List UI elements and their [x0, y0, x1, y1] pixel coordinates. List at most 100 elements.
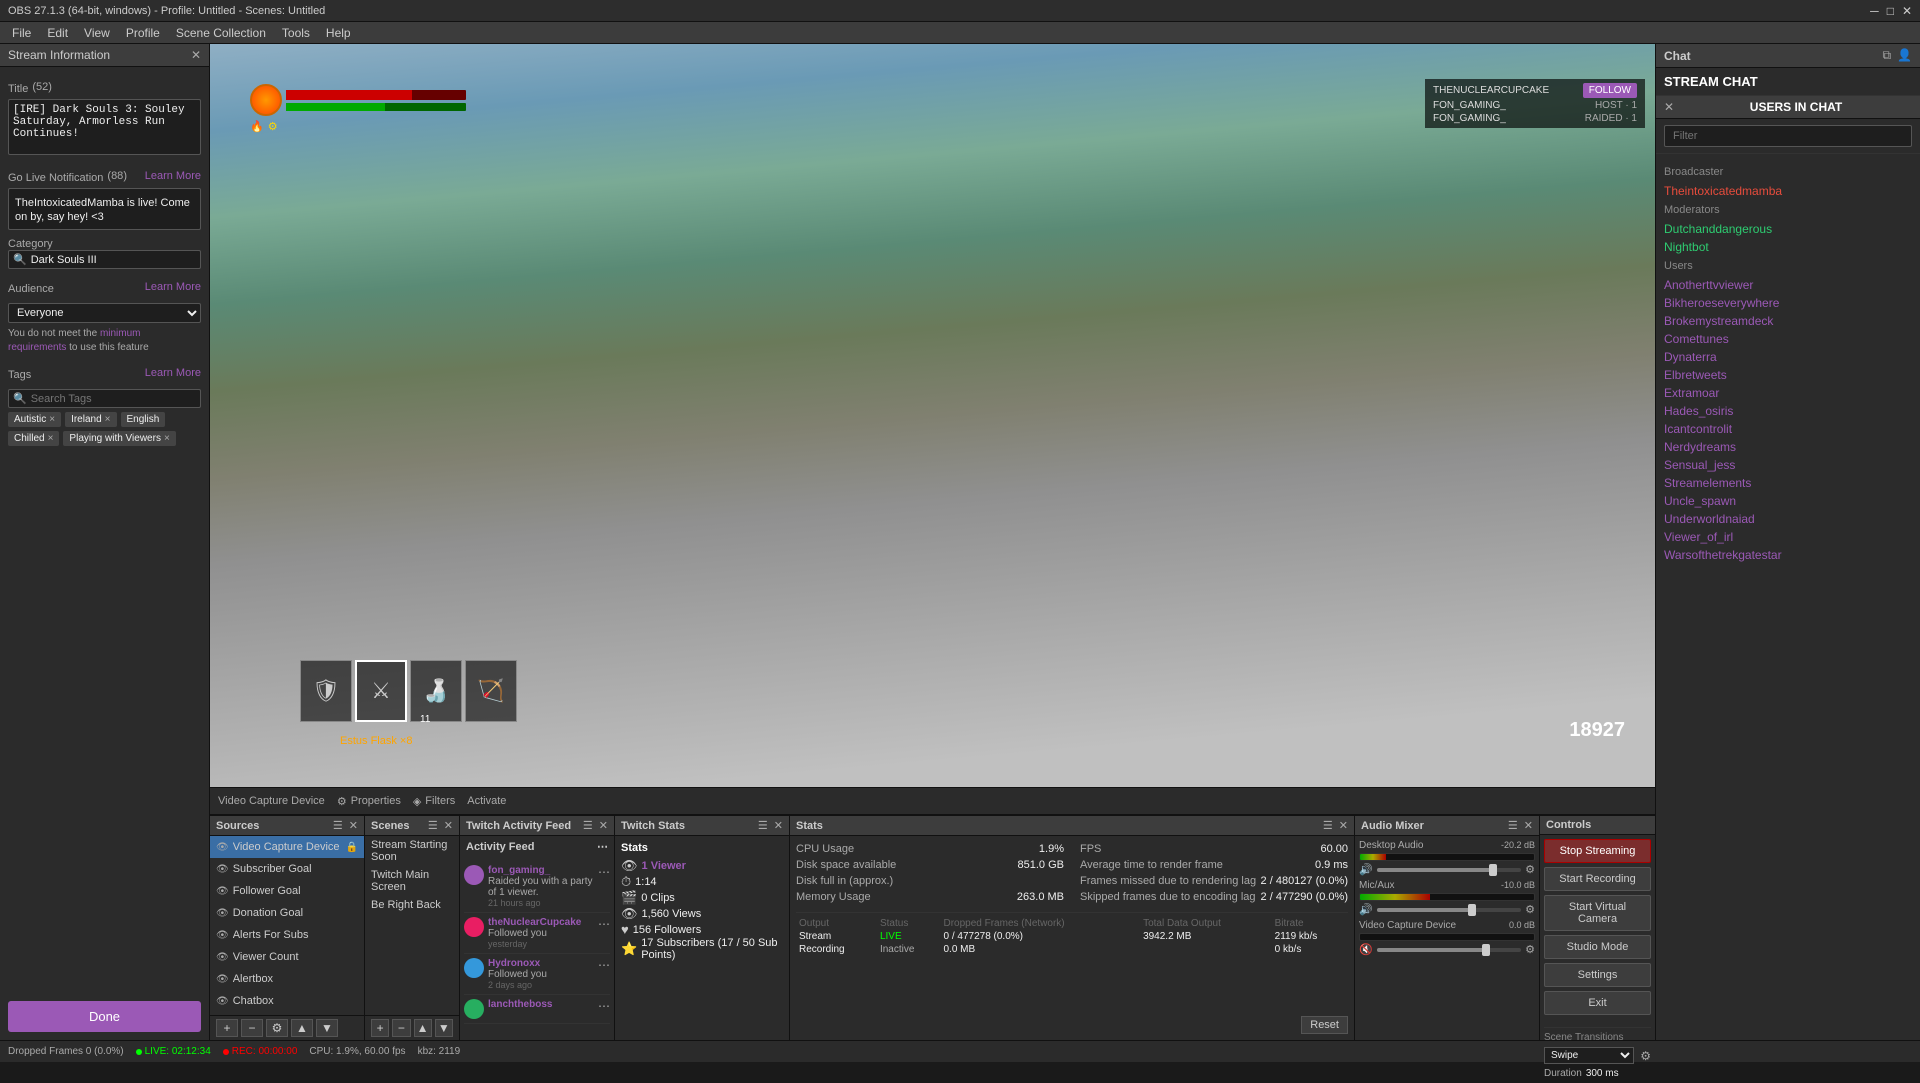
menu-edit[interactable]: Edit	[39, 22, 76, 43]
scenes-menu-icon[interactable]: ☰	[428, 819, 438, 832]
toolbar-filters[interactable]: ◈ Filters	[413, 795, 455, 808]
audio-mic-thumb[interactable]	[1468, 904, 1476, 916]
source-item-viewer-count[interactable]: 👁 Viewer Count	[210, 946, 364, 968]
source-up-btn[interactable]: ▲	[291, 1019, 313, 1037]
user-comettunes[interactable]: Comettunes	[1664, 330, 1912, 348]
audio-vcd-vol-bar[interactable]	[1377, 948, 1521, 952]
scene-starting-soon[interactable]: Stream Starting Soon	[365, 836, 459, 866]
audio-close-icon[interactable]: ✕	[1524, 819, 1533, 832]
activity-item-dots-2[interactable]: ⋯	[598, 917, 610, 949]
go-live-learn-more[interactable]: Learn More	[145, 170, 201, 182]
menu-tools[interactable]: Tools	[274, 22, 318, 43]
toolbar-activate[interactable]: Activate	[467, 795, 506, 807]
activity-dots-main[interactable]: ⋯	[597, 840, 608, 853]
audio-desktop-vol-bar[interactable]	[1377, 868, 1521, 872]
title-input[interactable]: [IRE] Dark Souls 3: Souley Saturday, Arm…	[8, 99, 201, 155]
sources-close-icon[interactable]: ✕	[349, 819, 358, 832]
scene-be-right-back[interactable]: Be Right Back	[365, 896, 459, 914]
toolbar-properties[interactable]: ⚙ Properties	[337, 795, 401, 808]
user-streamelements[interactable]: Streamelements	[1664, 474, 1912, 492]
settings-button[interactable]: Settings	[1544, 963, 1651, 987]
user-dynaterra[interactable]: Dynaterra	[1664, 348, 1912, 366]
source-item-chatbox[interactable]: 👁 Chatbox	[210, 990, 364, 1012]
scene-main-screen[interactable]: Twitch Main Screen	[365, 866, 459, 896]
source-item-sub-goal[interactable]: 👁 Subscriber Goal	[210, 858, 364, 880]
source-item-video-capture[interactable]: 👁 Video Capture Device 🔒	[210, 836, 364, 858]
user-nightbot[interactable]: Nightbot	[1664, 238, 1912, 256]
user-bikheroeseverywhere[interactable]: Bikheroeseverywhere	[1664, 294, 1912, 312]
audience-select[interactable]: Everyone	[8, 303, 201, 323]
user-dutchanddangerous[interactable]: Dutchanddangerous	[1664, 220, 1912, 238]
menu-scene-collection[interactable]: Scene Collection	[168, 22, 274, 43]
category-input[interactable]	[31, 254, 196, 266]
mic-gear-icon[interactable]: ⚙	[1525, 903, 1535, 916]
source-item-alertbox[interactable]: 👁 Alertbox	[210, 968, 364, 990]
tag-ireland-remove[interactable]: ×	[105, 414, 111, 425]
audio-desktop-thumb[interactable]	[1489, 864, 1497, 876]
done-button[interactable]: Done	[8, 1001, 201, 1032]
vcd-gear-icon[interactable]: ⚙	[1525, 943, 1535, 956]
transitions-settings-icon[interactable]: ⚙	[1640, 1049, 1651, 1063]
transitions-select[interactable]: Swipe	[1544, 1047, 1634, 1064]
menu-profile[interactable]: Profile	[118, 22, 168, 43]
desktop-speaker-icon[interactable]: 🔊	[1359, 863, 1373, 876]
user-uncle-spawn[interactable]: Uncle_spawn	[1664, 492, 1912, 510]
scene-down-btn[interactable]: ▼	[435, 1019, 453, 1037]
tag-autistic-remove[interactable]: ×	[49, 414, 55, 425]
minimum-requirements-link[interactable]: minimum requirements	[8, 328, 141, 353]
scene-add-btn[interactable]: +	[371, 1019, 389, 1037]
minimize-button[interactable]: ─	[1870, 4, 1879, 18]
activity-item-dots-1[interactable]: ⋯	[598, 865, 610, 908]
filter-input[interactable]	[1664, 125, 1912, 147]
source-item-follower-goal[interactable]: 👁 Follower Goal	[210, 880, 364, 902]
user-icantcontrolit[interactable]: Icantcontrolit	[1664, 420, 1912, 438]
sources-menu-icon[interactable]: ☰	[333, 819, 343, 832]
mic-speaker-icon[interactable]: 🔊	[1359, 903, 1373, 916]
stop-streaming-button[interactable]: Stop Streaming	[1544, 839, 1651, 863]
user-nerdydreams[interactable]: Nerdydreams	[1664, 438, 1912, 456]
twitch-stats-menu-icon[interactable]: ☰	[758, 819, 768, 832]
source-item-donation-goal[interactable]: 👁 Donation Goal	[210, 902, 364, 924]
user-elbretweets[interactable]: Elbretweets	[1664, 366, 1912, 384]
perf-menu-icon[interactable]: ☰	[1323, 819, 1333, 832]
activity-item-dots-4[interactable]: ⋯	[598, 999, 610, 1019]
activity-close-icon[interactable]: ✕	[599, 819, 608, 832]
user-warsofthetrekgatestar[interactable]: Warsofthetrekgatestar	[1664, 546, 1912, 564]
tag-chilled-remove[interactable]: ×	[48, 433, 54, 444]
source-remove-btn[interactable]: −	[241, 1019, 263, 1037]
source-add-btn[interactable]: +	[216, 1019, 238, 1037]
twitch-stats-close-icon[interactable]: ✕	[774, 819, 783, 832]
audio-vcd-thumb[interactable]	[1482, 944, 1490, 956]
start-virtual-camera-button[interactable]: Start Virtual Camera	[1544, 895, 1651, 931]
follow-button[interactable]: FOLLOW	[1583, 83, 1637, 98]
vcd-mute-icon[interactable]: 🔇	[1359, 943, 1373, 956]
menu-help[interactable]: Help	[318, 22, 359, 43]
user-extramoar[interactable]: Extramoar	[1664, 384, 1912, 402]
user-sensual-jess[interactable]: Sensual_jess	[1664, 456, 1912, 474]
exit-button[interactable]: Exit	[1544, 991, 1651, 1015]
menu-view[interactable]: View	[76, 22, 118, 43]
audio-mic-vol-bar[interactable]	[1377, 908, 1521, 912]
close-button[interactable]: ✕	[1902, 4, 1912, 18]
tags-learn-more[interactable]: Learn More	[145, 367, 201, 379]
maximize-button[interactable]: □	[1887, 4, 1894, 18]
user-viewer-of-irl[interactable]: Viewer_of_irl	[1664, 528, 1912, 546]
desktop-gear-icon[interactable]: ⚙	[1525, 863, 1535, 876]
user-brokemystreamdeck[interactable]: Brokemystreamdeck	[1664, 312, 1912, 330]
users-close-icon[interactable]: ✕	[1664, 100, 1674, 114]
tag-playing-remove[interactable]: ×	[164, 433, 170, 444]
user-theintoxicatedmamba[interactable]: Theintoxicatedmamba	[1664, 182, 1912, 200]
perf-close-icon[interactable]: ✕	[1339, 819, 1348, 832]
scene-remove-btn[interactable]: −	[392, 1019, 410, 1037]
user-underworldnaiad[interactable]: Underworldnaiad	[1664, 510, 1912, 528]
source-item-alerts[interactable]: 👁 Alerts For Subs	[210, 924, 364, 946]
user-anotherttvviewer[interactable]: Anotherttvviewer	[1664, 276, 1912, 294]
tag-search-input[interactable]	[31, 393, 196, 405]
scene-up-btn[interactable]: ▲	[414, 1019, 432, 1037]
start-recording-button[interactable]: Start Recording	[1544, 867, 1651, 891]
audience-learn-more[interactable]: Learn More	[145, 281, 201, 293]
reset-button[interactable]: Reset	[1301, 1016, 1348, 1034]
stream-info-close[interactable]: ✕	[191, 48, 201, 62]
scenes-close-icon[interactable]: ✕	[444, 819, 453, 832]
audio-menu-icon[interactable]: ☰	[1508, 819, 1518, 832]
